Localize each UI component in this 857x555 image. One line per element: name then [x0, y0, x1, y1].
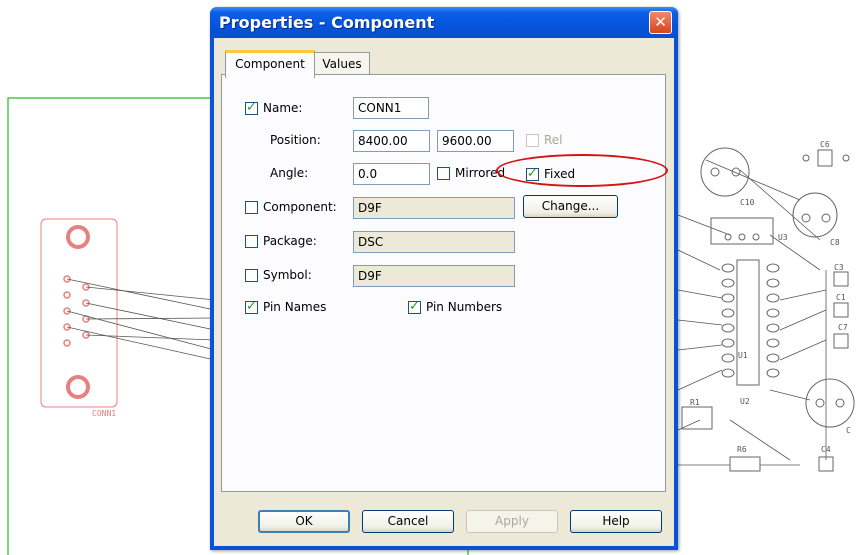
- pin-numbers-checkbox[interactable]: [408, 299, 421, 314]
- svg-text:C6: C6: [820, 140, 830, 149]
- pin-names-checkbox[interactable]: [245, 299, 258, 314]
- symbol-label: Symbol:: [263, 268, 312, 282]
- close-icon[interactable]: ✕: [649, 11, 672, 34]
- fixed-checkbox[interactable]: [526, 166, 539, 181]
- fixed-label: Fixed: [544, 167, 576, 181]
- tab-values[interactable]: Values: [314, 52, 370, 75]
- svg-text:U2: U2: [740, 397, 750, 406]
- svg-text:U1: U1: [738, 351, 748, 360]
- change-button[interactable]: Change...: [523, 195, 618, 218]
- symbol-checkbox[interactable]: [245, 269, 258, 282]
- package-field[interactable]: DSC: [353, 231, 515, 253]
- board-outline: [7, 97, 220, 555]
- dialog-body: Component Values Name: CONN1 Position: 8…: [214, 38, 674, 546]
- position-x-field[interactable]: 8400.00: [353, 130, 430, 152]
- angle-label: Angle:: [270, 166, 309, 180]
- component-field[interactable]: D9F: [353, 197, 515, 219]
- component-label: Component:: [263, 200, 337, 214]
- svg-text:C10: C10: [740, 198, 755, 207]
- position-label: Position:: [270, 133, 321, 147]
- component-checkbox[interactable]: [245, 201, 258, 214]
- svg-text:C7: C7: [838, 323, 848, 332]
- ok-button[interactable]: OK: [258, 510, 350, 533]
- rel-label: Rel: [544, 133, 563, 147]
- properties-dialog: Properties - Component ✕ Component Value…: [210, 7, 678, 550]
- name-checkbox[interactable]: [245, 100, 258, 115]
- dialog-titlebar[interactable]: Properties - Component ✕: [210, 7, 678, 38]
- help-button[interactable]: Help: [570, 510, 662, 533]
- name-label: Name:: [263, 101, 303, 115]
- connector-label: CONN1: [92, 409, 116, 418]
- component-footprints[interactable]: [681, 147, 855, 472]
- svg-text:C3: C3: [834, 263, 844, 272]
- svg-text:C1: C1: [836, 293, 846, 302]
- svg-text:U3: U3: [778, 233, 788, 242]
- cancel-button[interactable]: Cancel: [362, 510, 454, 533]
- mirrored-checkbox[interactable]: [437, 167, 450, 180]
- pin-numbers-label: Pin Numbers: [426, 300, 503, 314]
- symbol-field[interactable]: D9F: [353, 265, 515, 287]
- svg-text:R1: R1: [690, 398, 700, 407]
- position-y-field[interactable]: 9600.00: [437, 130, 514, 152]
- pin-names-label: Pin Names: [263, 300, 327, 314]
- svg-text:C4: C4: [821, 445, 831, 454]
- angle-field[interactable]: 0.0: [353, 163, 430, 185]
- mirrored-label: Mirrored: [455, 166, 506, 180]
- tab-component[interactable]: Component: [225, 50, 315, 78]
- svg-text:C8: C8: [830, 238, 840, 247]
- name-field[interactable]: CONN1: [353, 97, 429, 119]
- apply-button: Apply: [466, 510, 558, 533]
- package-label: Package:: [263, 234, 317, 248]
- svg-text:C: C: [846, 426, 851, 435]
- package-checkbox[interactable]: [245, 235, 258, 248]
- svg-text:R6: R6: [737, 445, 747, 454]
- dialog-title: Properties - Component: [219, 13, 435, 32]
- component-tab-panel: Name: CONN1 Position: 8400.00 9600.00 Re…: [221, 74, 666, 492]
- rel-checkbox: [526, 134, 539, 147]
